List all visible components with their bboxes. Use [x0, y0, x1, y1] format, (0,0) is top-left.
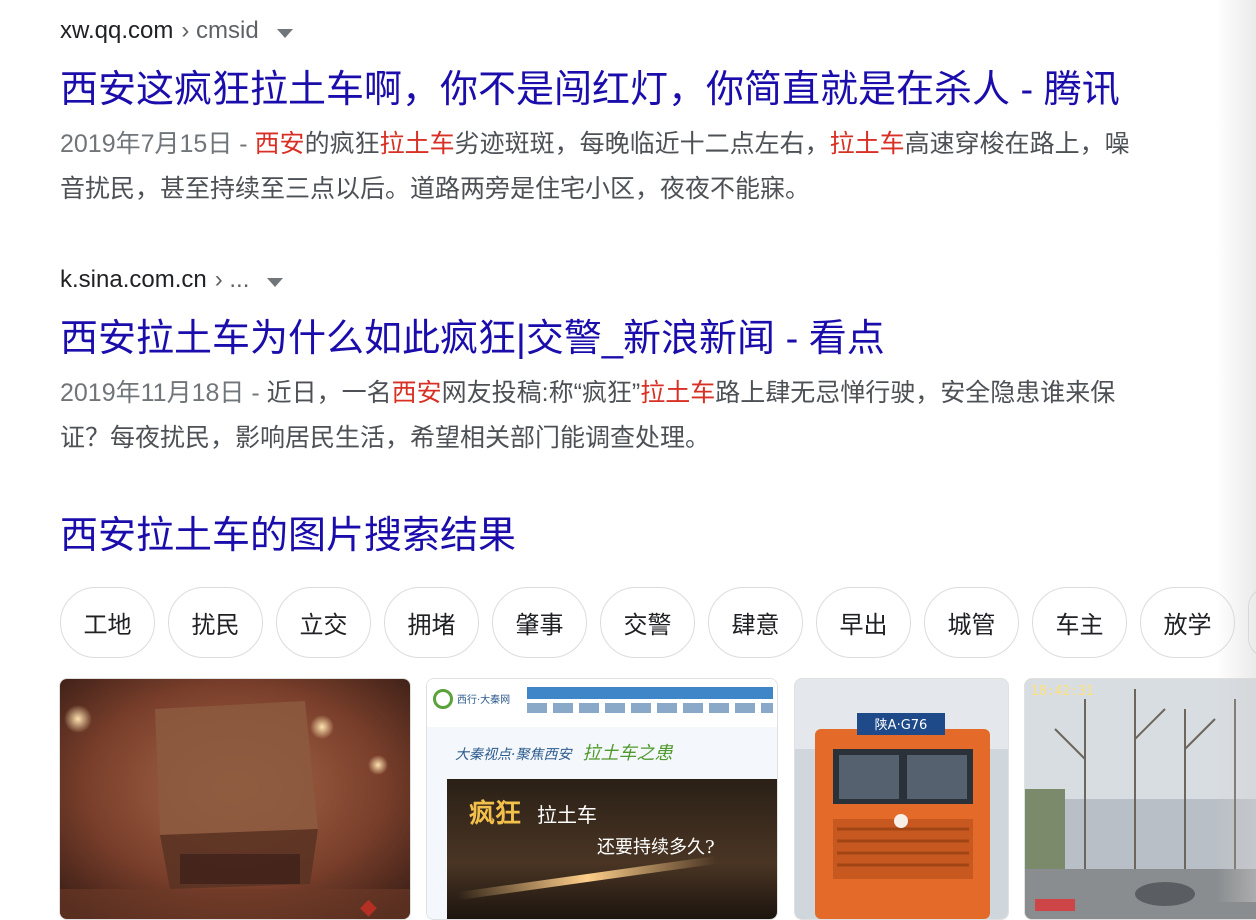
- t2-headline-1: 疯狂: [469, 799, 522, 829]
- filter-chip[interactable]: 拥堵: [384, 587, 479, 658]
- snippet-text: 近日，一名: [266, 379, 392, 407]
- filter-chip[interactable]: 交警: [600, 587, 695, 658]
- svg-text:◆: ◆: [360, 895, 377, 919]
- image-results-heading-link[interactable]: 西安拉土车的图片搜索结果: [60, 512, 516, 560]
- snippet-keyword: 拉土车: [640, 379, 716, 407]
- result-2-title-link[interactable]: 西安拉土车为什么如此疯狂|交警_新浪新闻 - 看点: [60, 317, 1256, 361]
- filter-chip[interactable]: 肇事: [492, 587, 587, 658]
- snippet-keyword: 拉土车: [829, 130, 905, 158]
- snippet-keyword: 拉土车: [379, 130, 455, 158]
- result-2-path: › ...: [214, 266, 250, 293]
- filter-chip[interactable]: 车主: [1032, 587, 1127, 658]
- snippet-text: 路上肆无忌惮行驶，安全隐患谁来保: [715, 379, 1116, 407]
- t2-caption: 大秦视点·聚焦西安: [455, 747, 572, 763]
- result-2-snippet-line-2: 证？每夜扰民，影响居民生活，希望相关部门能调查处理。: [60, 424, 711, 452]
- image-thumbnail-3[interactable]: 陕A·G76: [794, 678, 1009, 920]
- filter-chip[interactable]: 扰民: [168, 587, 263, 658]
- t2-caption-row: 大秦视点·聚焦西安 拉土车之患: [455, 739, 673, 765]
- search-result-1: xw.qq.com › cmsid 西安这疯狂拉土车啊，你不是闯红灯，你简直就是…: [60, 16, 1256, 212]
- snippet-keyword: 西安: [391, 379, 442, 407]
- snippet-keyword: 西安: [254, 130, 305, 158]
- filter-chip[interactable]: 工地: [60, 587, 155, 658]
- t3-plate: 陕A·G76: [875, 718, 928, 733]
- chevron-down-icon[interactable]: [276, 28, 293, 38]
- filter-chip[interactable]: 肆意: [708, 587, 803, 658]
- t2-nav-bar: [527, 687, 773, 699]
- result-1-path: › cmsid: [181, 17, 259, 44]
- orange-truck-photo: 陕A·G76: [795, 679, 1008, 919]
- snippet-text: 劣迹斑斑，每晚临近十二点左右，: [454, 130, 830, 158]
- image-thumbnail-1[interactable]: ◆: [59, 678, 411, 920]
- snippet-text: 的疯狂: [304, 130, 380, 158]
- t2-banner: 疯狂 拉土车 还要持续多久?: [447, 779, 777, 919]
- result-2-snippet-line-1: 2019年11月18日 - 近日，一名西安网友投稿:称“疯狂”拉土车路上肆无忌惮…: [60, 371, 1256, 416]
- result-2-date: 2019年11月18日 -: [60, 379, 267, 407]
- result-1-snippet-line-2: 音扰民，甚至持续至三点以后。道路两旁是住宅小区，夜夜不能寐。: [60, 175, 811, 203]
- result-1-site: xw.qq.com: [60, 17, 174, 44]
- t2-light-streak: [457, 855, 717, 901]
- result-2-cite[interactable]: k.sina.com.cn › ...: [60, 265, 1256, 295]
- t2-caption-emph: 拉土车之患: [582, 743, 673, 764]
- image-filter-chips: 工地 扰民 立交 拥堵 肇事 交警 肆意 早出 城管 车主 放学: [60, 587, 1256, 658]
- site-logo-icon: [433, 689, 453, 709]
- result-1-title-link[interactable]: 西安这疯狂拉土车啊，你不是闯红灯，你简直就是在杀人 - 腾讯: [60, 68, 1256, 112]
- snippet-text: 高速穿梭在路上，噪: [904, 130, 1130, 158]
- t2-headline-2: 拉土车: [537, 803, 597, 827]
- result-1-cite[interactable]: xw.qq.com › cmsid: [60, 16, 1256, 46]
- scroll-edge-shadow: [1216, 0, 1256, 902]
- filter-chip[interactable]: 早出: [816, 587, 911, 658]
- search-result-2: k.sina.com.cn › ... 西安拉土车为什么如此疯狂|交警_新浪新闻…: [60, 265, 1256, 461]
- night-truck-photo: ◆: [60, 679, 410, 919]
- t2-site-header: 西行·大秦网: [427, 679, 777, 727]
- snippet-text: 网友投稿:称“疯狂”: [441, 379, 641, 407]
- t2-logo-text: 西行·大秦网: [457, 695, 511, 706]
- t4-timestamp: 18:42:31: [1031, 684, 1094, 699]
- image-thumbnail-2[interactable]: 西行·大秦网 大秦视点·聚焦西安 拉土车之患 疯狂 拉土车 还要持续多久?: [426, 678, 778, 920]
- result-2-site: k.sina.com.cn: [60, 266, 207, 293]
- image-thumbnail-strip: ◆ 西行·大秦网 大秦视点·聚焦西安 拉土车之患 疯狂 拉土车 还要持续多久?: [0, 678, 1256, 920]
- chevron-down-icon[interactable]: [267, 277, 284, 287]
- filter-chip[interactable]: 城管: [924, 587, 1019, 658]
- t2-headline-3: 还要持续多久?: [597, 837, 715, 858]
- result-2-snippet: 2019年11月18日 - 近日，一名西安网友投稿:称“疯狂”拉土车路上肆无忌惮…: [60, 371, 1256, 461]
- t2-nav-bar-2: [527, 703, 773, 713]
- result-1-snippet-line-1: 2019年7月15日 - 西安的疯狂拉土车劣迹斑斑，每晚临近十二点左右，拉土车高…: [60, 122, 1256, 167]
- result-1-snippet: 2019年7月15日 - 西安的疯狂拉土车劣迹斑斑，每晚临近十二点左右，拉土车高…: [60, 122, 1256, 212]
- result-1-date: 2019年7月15日 -: [60, 130, 255, 158]
- filter-chip[interactable]: 立交: [276, 587, 371, 658]
